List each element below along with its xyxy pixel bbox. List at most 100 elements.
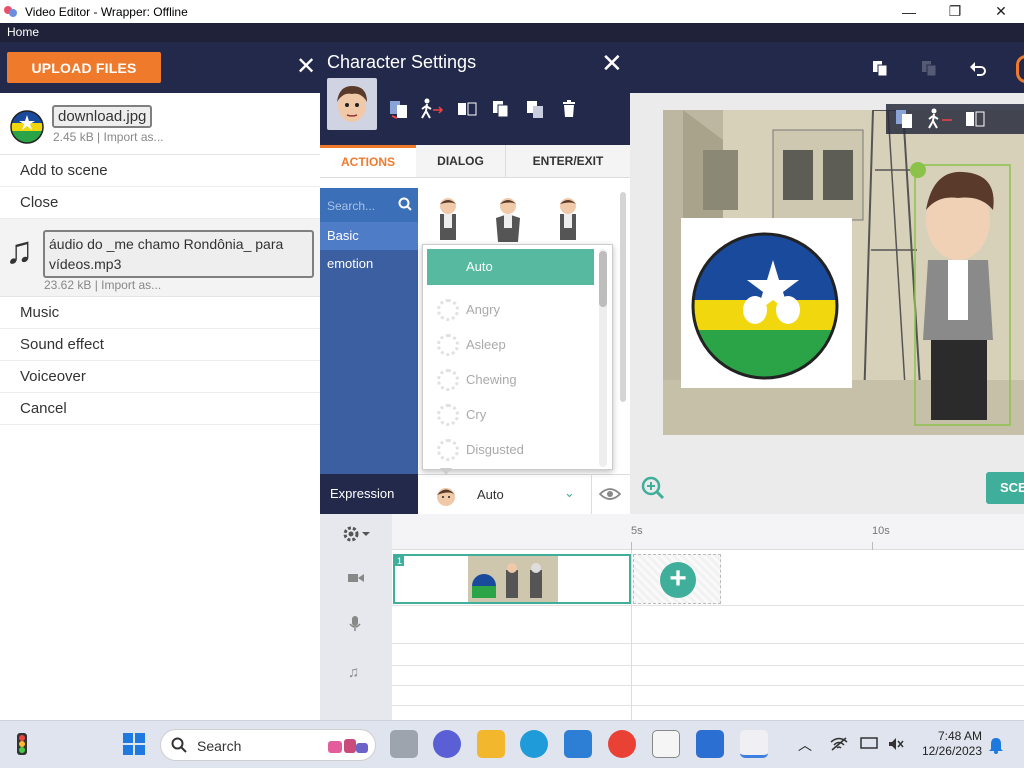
sound-effect-option[interactable]: Sound effect <box>0 329 320 361</box>
dropdown-scroll-thumb[interactable] <box>599 251 607 307</box>
character-tools <box>384 94 588 124</box>
paste-icon[interactable] <box>904 54 953 82</box>
actions-scrollbar[interactable] <box>620 192 626 402</box>
add-to-scene-option[interactable]: Add to scene <box>0 155 320 187</box>
wrapper-app-icon[interactable] <box>740 730 768 758</box>
snipping-tool-icon[interactable] <box>652 730 680 758</box>
paste-character-icon[interactable] <box>520 94 550 124</box>
scene-button[interactable]: SCE <box>986 472 1024 504</box>
character-avatar[interactable] <box>327 78 377 130</box>
clip-number: 1 <box>395 556 405 566</box>
photos-icon[interactable] <box>696 730 724 758</box>
swap-icon[interactable] <box>886 106 920 132</box>
dropdown-option[interactable]: Chewing <box>427 362 594 397</box>
music-lane-2 <box>392 666 1024 686</box>
gear-icon[interactable] <box>342 524 372 544</box>
swap-character-icon[interactable] <box>384 94 414 124</box>
character-tabs: ACTIONS DIALOG ENTER/EXIT <box>320 145 630 178</box>
top-right-tools <box>855 54 1002 82</box>
option-label: Cry <box>466 407 487 422</box>
category-column: Search... Basic emotion <box>320 188 418 514</box>
file-explorer-icon[interactable] <box>477 730 505 758</box>
dropdown-option[interactable]: Angry <box>427 292 594 327</box>
menu-home[interactable]: Home <box>7 25 39 39</box>
action-thumb-2[interactable] <box>478 194 538 246</box>
edge-icon[interactable] <box>520 730 548 758</box>
voiceover-option[interactable]: Voiceover <box>0 361 320 393</box>
eye-icon[interactable] <box>599 487 621 501</box>
loading-spinner-icon <box>437 439 459 461</box>
walk-motion-icon[interactable] <box>418 94 448 124</box>
scene-clip[interactable]: 1 <box>393 554 631 604</box>
expression-face-icon <box>437 488 455 506</box>
taskbar: Search ︿ 7:48 AM 12/26/2023 <box>0 720 1024 768</box>
file-name-audio[interactable]: áudio do _me chamo Rondônia_ para vídeos… <box>43 230 314 278</box>
display-icon[interactable] <box>860 737 878 751</box>
option-label: Chewing <box>466 372 517 387</box>
preview-button-edge[interactable] <box>1016 55 1024 83</box>
tab-enter-exit[interactable]: ENTER/EXIT <box>506 145 630 177</box>
volume-muted-icon[interactable] <box>888 737 904 751</box>
clock[interactable]: 7:48 AM 12/26/2023 <box>916 729 982 759</box>
option-label: Disgusted <box>466 442 524 457</box>
video-track-icon <box>348 574 364 582</box>
copy-character-icon[interactable] <box>486 94 516 124</box>
loading-spinner-icon <box>437 369 459 391</box>
tab-actions[interactable]: ACTIONS <box>320 145 416 177</box>
music-option[interactable]: Music <box>0 297 320 329</box>
expression-select[interactable]: Auto ⌄ <box>418 474 630 515</box>
flip-icon[interactable] <box>452 94 482 124</box>
copy-icon[interactable] <box>855 54 904 82</box>
dropdown-pointer <box>440 468 452 475</box>
chrome-icon[interactable] <box>608 730 636 758</box>
minimize-button[interactable]: — <box>886 0 932 23</box>
scene-boundary <box>631 550 632 720</box>
file-meta-audio: 23.62 kB | Import as... <box>44 278 162 292</box>
dropdown-option[interactable]: Asleep <box>427 327 594 362</box>
music-note-icon: ♫ <box>5 230 34 272</box>
time-text: 7:48 AM <box>937 729 982 743</box>
timeline-ruler[interactable]: 5s 10s <box>392 514 1024 550</box>
dropdown-option[interactable]: Disgusted <box>427 432 594 467</box>
file-name-image[interactable]: download.jpg <box>52 105 153 128</box>
close-panel-icon[interactable]: ✕ <box>296 52 316 81</box>
maximize-button[interactable]: ❐ <box>932 0 978 23</box>
add-scene-button[interactable]: + <box>633 554 721 604</box>
start-icon[interactable] <box>120 730 148 758</box>
traffic-light-icon[interactable] <box>8 730 36 758</box>
rondonia-ball-thumb <box>10 110 44 144</box>
store-icon[interactable] <box>564 730 592 758</box>
close-character-settings-icon[interactable]: ✕ <box>601 48 623 79</box>
window-titlebar: Video Editor - Wrapper: Offline — ❐ ✕ <box>0 0 1024 23</box>
action-thumb-3[interactable] <box>538 194 598 246</box>
close-window-button[interactable]: ✕ <box>978 0 1024 23</box>
undo-icon[interactable] <box>953 54 1002 82</box>
close-option[interactable]: Close <box>0 187 320 219</box>
delete-icon[interactable] <box>554 94 584 124</box>
action-thumb-1[interactable] <box>418 194 478 246</box>
category-emotion[interactable]: emotion <box>320 250 418 278</box>
file-item-image[interactable]: download.jpg 2.45 kB | Import as... <box>0 93 320 155</box>
notification-bell-icon[interactable] <box>988 736 1004 754</box>
flip-icon[interactable] <box>960 106 990 132</box>
search-icon <box>171 737 187 753</box>
upload-files-button[interactable]: UPLOAD FILES <box>7 52 161 83</box>
character-settings-header: Character Settings ✕ <box>320 42 630 145</box>
meet-icon[interactable] <box>433 730 461 758</box>
cancel-option[interactable]: Cancel <box>0 393 320 425</box>
scene-canvas[interactable] <box>663 110 1024 435</box>
action-search-input[interactable]: Search... <box>320 188 418 222</box>
task-view-icon[interactable] <box>390 730 418 758</box>
category-basic[interactable]: Basic <box>320 222 418 250</box>
dropdown-option-selected[interactable]: Auto <box>427 249 594 285</box>
walk-motion-icon[interactable] <box>920 106 960 132</box>
tab-dialog[interactable]: DIALOG <box>416 145 506 177</box>
network-off-icon[interactable] <box>830 737 848 751</box>
expression-dropdown: Auto Angry Asleep Chewing Cry Disgusted <box>422 244 613 470</box>
chevron-up-icon[interactable]: ︿ <box>798 735 812 755</box>
zoom-in-icon[interactable] <box>641 476 665 500</box>
timeline-track-labels: ♫ <box>320 514 392 720</box>
file-item-audio[interactable]: ♫ áudio do _me chamo Rondônia_ para víde… <box>0 219 320 297</box>
taskbar-search[interactable]: Search <box>160 729 376 761</box>
dropdown-option[interactable]: Cry <box>427 397 594 432</box>
